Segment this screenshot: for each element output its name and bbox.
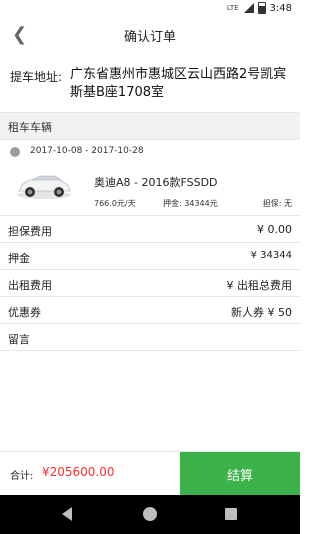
fee-value: ¥ 出租总费用 xyxy=(226,279,293,292)
bottom-bar: 合计: ¥205600.00 结算 xyxy=(0,451,300,496)
insurance-info: 担保: 无 xyxy=(262,199,292,208)
status-dot-icon xyxy=(10,147,20,157)
nav-recents-icon[interactable] xyxy=(225,508,237,520)
rental-date-range: 2017-10-08 - 2017-10-28 xyxy=(30,146,144,156)
deposit-info: 押金: 34344元 xyxy=(163,199,218,208)
section-title: 租车车辆 xyxy=(8,121,52,134)
car-image xyxy=(17,175,71,199)
checkout-button[interactable]: 结算 xyxy=(180,452,300,496)
battery-icon xyxy=(257,2,266,14)
coupon-value[interactable]: 新人券 ¥ 50 xyxy=(231,304,292,320)
page-title: 确认订单 xyxy=(123,30,176,45)
fee-value: ¥ 34344 xyxy=(250,250,292,261)
total-amount: ¥205600.00 xyxy=(42,465,115,479)
network-type: LTE xyxy=(226,4,239,12)
daily-price: 766.0元/天 xyxy=(94,199,136,208)
fee-value: ¥ 0.00 xyxy=(257,223,292,236)
status-time: 3:48 xyxy=(269,2,292,14)
status-right: LTE 3:48 xyxy=(227,2,292,14)
system-nav-bar xyxy=(0,495,300,534)
rental-dates-row: 2017-10-08 - 2017-10-28 xyxy=(0,140,300,164)
top-app-bar: ❮ 确认订单 xyxy=(0,18,300,55)
fee-row-rental: 出租费用 ¥ 出租总费用 xyxy=(0,270,300,297)
car-name: 奥迪A8 - 2016款FSSDD xyxy=(94,176,218,189)
total-label: 合计: xyxy=(10,471,34,482)
fee-row-deposit: 押金 ¥ 34344 xyxy=(0,243,300,270)
coupon-row[interactable]: 优惠券 新人券 ¥ 50 xyxy=(0,297,300,324)
pickup-label: 提车地址: xyxy=(10,70,63,84)
fee-label: 担保费用 xyxy=(8,225,52,238)
fee-label: 押金 xyxy=(8,252,30,265)
nav-home-icon[interactable] xyxy=(143,507,157,521)
message-row[interactable]: 留言 xyxy=(0,324,300,351)
fee-row-insurance: 担保费用 ¥ 0.00 xyxy=(0,216,300,243)
fee-label: 优惠券 xyxy=(8,306,41,319)
fee-label: 出租费用 xyxy=(8,279,52,292)
nav-back-icon[interactable] xyxy=(62,507,72,521)
status-bar: LTE 3:48 xyxy=(0,0,300,18)
message-label: 留言 xyxy=(8,333,30,346)
section-header-rental-car: 租车车辆 xyxy=(0,112,300,140)
car-item[interactable]: 奥迪A8 - 2016款FSSDD 766.0元/天 押金: 34344元 担保… xyxy=(0,165,300,216)
pickup-address: 广东省惠州市惠城区云山西路2号凯宾斯基B座1708室 xyxy=(70,67,287,100)
pickup-address-row: 提车地址: 广东省惠州市惠城区云山西路2号凯宾斯基B座1708室 xyxy=(0,54,300,110)
signal-icon xyxy=(243,3,254,13)
